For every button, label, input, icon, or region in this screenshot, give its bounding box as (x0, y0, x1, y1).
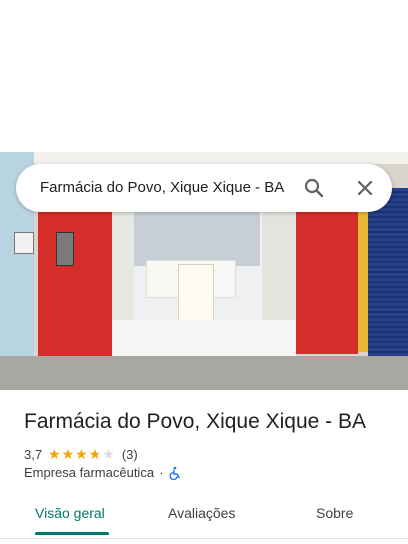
store-floor (112, 320, 296, 356)
product-display (178, 264, 214, 326)
tab-bar: Visão geral Avaliações Sobre (0, 498, 408, 538)
star-icons-filled: ★★★★★ (48, 446, 99, 462)
tab-overview[interactable]: Visão geral (35, 505, 105, 521)
rating-value: 3,7 (24, 446, 43, 462)
tabs-divider (0, 538, 408, 539)
red-door-right (296, 204, 358, 354)
separator-dot: · (159, 465, 164, 480)
sidewalk (0, 356, 408, 390)
back-shelf (132, 210, 260, 266)
active-tab-indicator (35, 532, 109, 535)
close-icon[interactable] (353, 176, 377, 200)
electric-meter (14, 232, 34, 254)
awning-strip (0, 152, 408, 164)
yellow-post (358, 212, 368, 352)
category-row: Empresa farmacêutica · (24, 465, 182, 480)
left-shelf (112, 210, 134, 320)
place-category: Empresa farmacêutica (24, 465, 155, 480)
wall-switch (56, 232, 74, 266)
tab-about[interactable]: Sobre (316, 505, 353, 521)
search-input[interactable]: Farmácia do Povo, Xique Xique - BA (40, 179, 284, 196)
search-bar[interactable]: Farmácia do Povo, Xique Xique - BA (16, 164, 392, 212)
search-icon[interactable] (302, 176, 326, 200)
wheelchair-icon (168, 466, 182, 480)
rating-row[interactable]: 3,7 ★★★★★ ★★★★★ (3) (24, 445, 138, 463)
place-title: Farmácia do Povo, Xique Xique - BA (24, 410, 367, 433)
blue-shutter (368, 188, 408, 356)
right-shelf (262, 210, 296, 330)
rating-stars: ★★★★★ ★★★★★ (48, 446, 116, 462)
review-count[interactable]: (3) (122, 447, 138, 462)
red-door-left (38, 204, 112, 356)
tab-reviews[interactable]: Avaliações (168, 505, 235, 521)
